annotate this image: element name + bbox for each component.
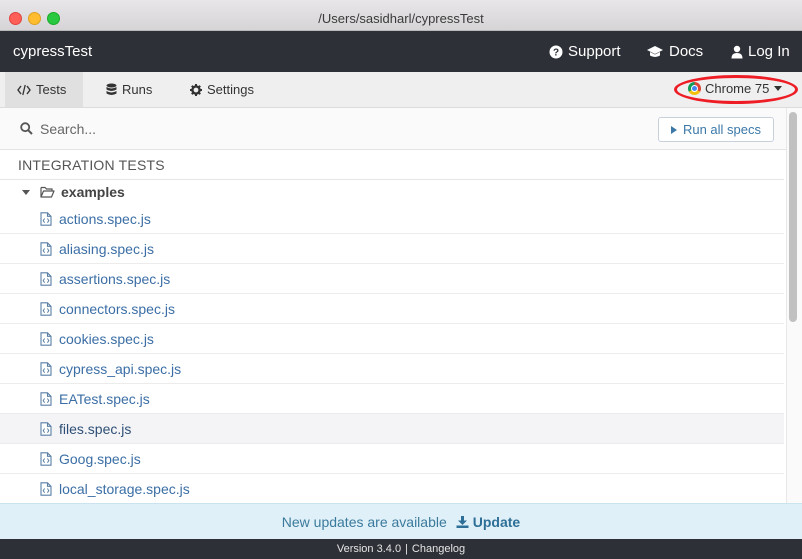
spec-file-row[interactable]: assertions.spec.js (0, 264, 784, 294)
play-icon (670, 125, 677, 134)
tab-tests-label: Tests (36, 82, 67, 97)
tab-runs[interactable]: Runs (94, 72, 164, 107)
folder-open-icon (40, 186, 55, 198)
file-code-icon (40, 211, 52, 226)
code-icon (17, 84, 31, 95)
project-name: cypressTest (13, 43, 93, 60)
spec-file-name: aliasing.spec.js (59, 240, 154, 257)
spec-file-name: files.spec.js (59, 420, 132, 437)
spec-file-row[interactable]: EATest.spec.js (0, 384, 784, 414)
user-icon (731, 45, 743, 58)
spec-file-name: connectors.spec.js (59, 300, 175, 317)
file-code-icon (40, 391, 52, 406)
spec-file-row[interactable]: cypress_api.spec.js (0, 354, 784, 384)
footer: Version 3.4.0 | Changelog (0, 539, 802, 559)
spec-file-name: EATest.spec.js (59, 390, 150, 407)
folder-label: examples (61, 184, 125, 200)
tab-bar: Tests Runs Settings Chrome 75 (0, 72, 802, 108)
tab-runs-label: Runs (122, 82, 153, 97)
spec-file-row[interactable]: connectors.spec.js (0, 294, 784, 324)
support-label: Support (568, 43, 621, 60)
question-circle-icon: ? (549, 45, 563, 58)
spec-file-name: cypress_api.spec.js (59, 360, 182, 377)
download-icon (456, 515, 469, 528)
graduation-cap-icon (647, 45, 663, 57)
spec-list: INTEGRATION TESTS examples actions.spec.… (0, 150, 784, 503)
update-message: New updates are available (281, 513, 447, 530)
caret-down-icon (22, 189, 30, 195)
caret-down-icon (774, 86, 783, 91)
file-code-icon (40, 421, 52, 436)
chrome-icon (688, 82, 701, 95)
run-all-specs-button[interactable]: Run all specs (658, 117, 774, 142)
tab-settings[interactable]: Settings (178, 72, 266, 107)
svg-text:?: ? (553, 47, 559, 58)
file-code-icon (40, 361, 52, 376)
browser-selector[interactable]: Chrome 75 (688, 81, 783, 96)
top-navigation: cypressTest ? Support Docs Log In (0, 31, 802, 72)
footer-separator: | (405, 543, 408, 555)
spec-file-name: Goog.spec.js (59, 450, 141, 467)
changelog-link[interactable]: Changelog (412, 543, 465, 555)
file-code-icon (40, 331, 52, 346)
search-icon (20, 122, 33, 135)
spec-file-row[interactable]: local_storage.spec.js (0, 474, 784, 503)
docs-label: Docs (669, 43, 704, 60)
spec-file-name: cookies.spec.js (59, 330, 154, 347)
file-code-icon (40, 481, 52, 496)
spec-file-row[interactable]: files.spec.js (0, 414, 784, 444)
support-link[interactable]: ? Support (549, 43, 621, 60)
spec-rows: actions.spec.js aliasing.spec.js assertion… (0, 204, 784, 503)
section-header: INTEGRATION TESTS (0, 150, 784, 180)
folder-examples[interactable]: examples (0, 180, 784, 204)
file-code-icon (40, 271, 52, 286)
search-input[interactable] (40, 117, 440, 141)
window-titlebar: /Users/sasidharl/cypressTest (0, 0, 802, 31)
search-row: Run all specs (0, 108, 786, 150)
login-label: Log In (748, 43, 790, 60)
file-code-icon (40, 241, 52, 256)
run-all-label: Run all specs (682, 122, 762, 137)
spec-file-row[interactable]: cookies.spec.js (0, 324, 784, 354)
browser-label: Chrome 75 (705, 81, 770, 96)
gear-icon (190, 83, 202, 96)
spec-file-name: assertions.spec.js (59, 270, 171, 287)
update-banner: New updates are available Update (0, 503, 802, 539)
tab-tests[interactable]: Tests (5, 72, 83, 107)
update-link-label: Update (472, 513, 521, 530)
file-code-icon (40, 301, 52, 316)
spec-file-row[interactable]: aliasing.spec.js (0, 234, 784, 264)
update-link[interactable]: Update (456, 514, 520, 530)
version-text: Version 3.4.0 (336, 543, 402, 555)
scrollbar-thumb[interactable] (789, 112, 797, 322)
window-title: /Users/sasidharl/cypressTest (318, 11, 484, 26)
docs-link[interactable]: Docs (646, 43, 703, 60)
spec-file-row[interactable]: Goog.spec.js (0, 444, 784, 474)
spec-file-name: local_storage.spec.js (59, 480, 190, 497)
database-icon (106, 83, 117, 95)
tab-settings-label: Settings (207, 82, 254, 97)
spec-file-row[interactable]: actions.spec.js (0, 204, 784, 234)
login-link[interactable]: Log In (731, 43, 790, 60)
spec-file-name: actions.spec.js (59, 210, 151, 227)
file-code-icon (40, 451, 52, 466)
